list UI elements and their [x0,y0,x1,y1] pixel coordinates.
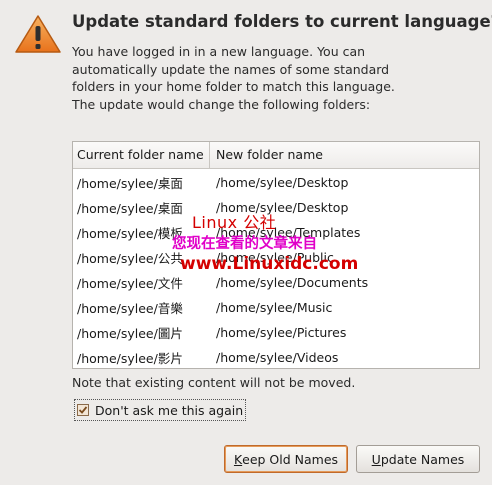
keep-old-names-button[interactable]: Keep Old Names [224,445,348,473]
checkmark-icon [78,406,88,414]
dialog-message: You have logged in in a new language. Yo… [72,44,395,112]
table-row[interactable]: /home/sylee/圖片 /home/sylee/Pictures [73,320,479,345]
new-folder-cell: /home/sylee/Music [216,300,333,315]
watermark-line-2: 您现在查看的文章来自 [172,236,317,252]
current-folder-cell: /home/sylee/音樂 [77,301,183,316]
checkbox-label: Don't ask me this again [95,402,244,418]
update-button-mnemonic: U [371,451,381,467]
checkbox-box[interactable] [77,404,89,416]
keep-button-mnemonic: K [233,451,243,467]
dialog-title: Update standard folders to current langu… [72,12,492,31]
column-header-new[interactable]: New folder name [210,142,479,168]
table-header: Current folder name New folder name [73,142,479,169]
update-names-button[interactable]: Update Names [356,445,480,473]
warning-icon [14,14,62,54]
note-text: Note that existing content will not be m… [72,375,356,390]
table-row[interactable]: /home/sylee/音樂 /home/sylee/Music [73,295,479,320]
table-row[interactable]: /home/sylee/桌面 /home/sylee/Desktop [73,170,479,195]
watermark-line-3: www.Linuxidc.com [180,254,359,274]
dont-ask-again-checkbox[interactable]: Don't ask me this again [74,399,247,421]
current-folder-cell: /home/sylee/桌面 [77,176,183,191]
new-folder-cell: /home/sylee/Pictures [216,325,347,340]
table-row[interactable]: /home/sylee/影片 /home/sylee/Videos [73,345,479,370]
keep-button-label: eep Old Names [242,451,339,467]
current-folder-cell: /home/sylee/文件 [77,276,183,291]
new-folder-cell: /home/sylee/Desktop [216,175,349,190]
column-header-current[interactable]: Current folder name [73,142,210,168]
update-button-label: pdate Names [380,451,465,467]
current-folder-cell: /home/sylee/影片 [77,351,183,366]
watermark-line-1: Linux 公社 [192,213,277,232]
new-folder-cell: /home/sylee/Videos [216,350,339,365]
new-folder-cell: /home/sylee/Documents [216,275,369,290]
current-folder-cell: /home/sylee/圖片 [77,326,183,341]
